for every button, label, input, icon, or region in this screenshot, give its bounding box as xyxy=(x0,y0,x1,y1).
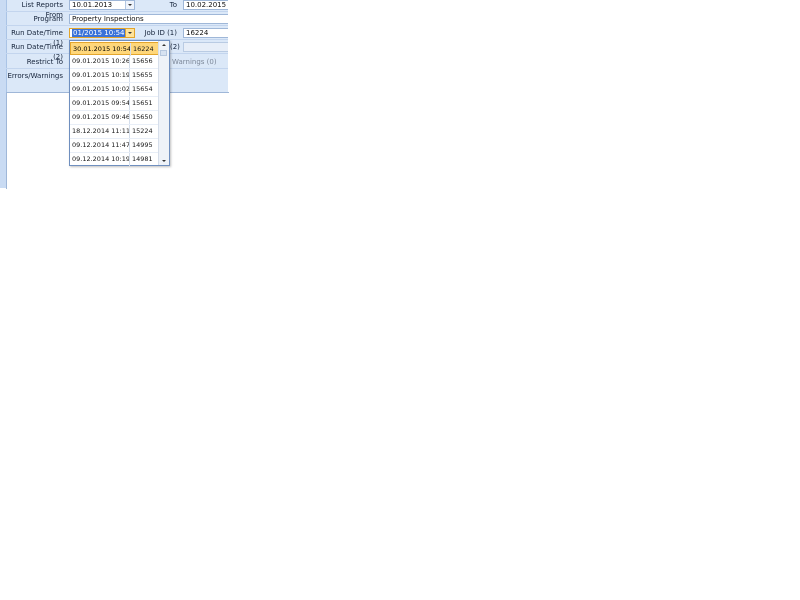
dropdown-item-date: 09.01.2015 10:26 xyxy=(72,57,131,65)
column-divider xyxy=(129,139,130,152)
column-divider xyxy=(129,83,130,96)
dropdown-item-job-id: 14995 xyxy=(132,141,153,149)
dropdown-item[interactable]: 09.01.2015 10:19 15655 xyxy=(70,69,160,82)
job-id-1-value: 16224 xyxy=(186,29,209,37)
dropdown-item[interactable]: 09.01.2015 09:54 15651 xyxy=(70,97,160,110)
column-divider xyxy=(129,69,130,82)
dropdown-item-date: 09.12.2014 10:19 xyxy=(72,155,131,163)
row-separator xyxy=(6,11,228,12)
warnings-filter-partial[interactable]: Warnings (0) xyxy=(172,57,222,67)
dropdown-item-date: 09.01.2015 10:02 xyxy=(72,85,131,93)
program-label: Program xyxy=(33,15,63,23)
dropdown-scrollbar[interactable] xyxy=(158,41,169,165)
dropdown-item[interactable]: 09.01.2015 10:26 15656 xyxy=(70,55,160,68)
dropdown-item-job-id: 15655 xyxy=(132,71,153,79)
program-value: Property Inspections xyxy=(72,15,144,23)
errors-warnings-label: Errors/Warnings xyxy=(7,72,64,80)
dropdown-item-job-id: 15656 xyxy=(132,57,153,65)
list-reports-from-field[interactable]: 10.01.2013 xyxy=(69,0,135,10)
row-separator xyxy=(6,25,228,26)
column-divider xyxy=(129,111,130,124)
column-divider xyxy=(129,97,130,110)
dropdown-item-date: 09.01.2015 10:19 xyxy=(72,71,131,79)
column-divider xyxy=(129,125,130,138)
to-date-value: 10.02.2015 xyxy=(186,1,227,9)
scroll-up-arrow-icon[interactable] xyxy=(162,44,166,46)
dropdown-item-job-id: 14981 xyxy=(132,155,153,163)
dropdown-item-job-id: 15651 xyxy=(132,99,153,107)
list-reports-from-value: 10.01.2013 xyxy=(72,1,113,9)
run-date-time-1-dropdown-button[interactable] xyxy=(125,29,134,37)
dropdown-item-job-id: 15650 xyxy=(132,113,153,121)
dropdown-item-date: 09.01.2015 09:54 xyxy=(72,99,131,107)
program-field[interactable]: Property Inspections xyxy=(69,14,228,24)
run-date-time-1-combobox[interactable]: 01/2015 10:54:00 xyxy=(69,28,135,38)
job-id-2-label-partial: (2) xyxy=(170,43,180,51)
dropdown-item[interactable]: 18.12.2014 11:11 15224 xyxy=(70,125,160,138)
to-label: To xyxy=(169,1,177,9)
job-id-1-field[interactable]: 16224 xyxy=(183,28,228,38)
list-reports-from-dropdown-button[interactable] xyxy=(125,1,134,9)
to-date-field[interactable]: 10.02.2015 xyxy=(183,0,228,10)
dropdown-item[interactable]: 09.01.2015 09:46 15650 xyxy=(70,111,160,124)
dropdown-item-date: 18.12.2014 11:11 xyxy=(72,127,131,135)
dropdown-item[interactable]: 09.01.2015 10:02 15654 xyxy=(70,83,160,96)
dropdown-item[interactable]: 30.01.2015 10:54 16224 xyxy=(70,42,160,56)
run-date-time-dropdown-list[interactable]: 30.01.2015 10:54 16224 09.01.2015 10:26 … xyxy=(69,40,170,166)
dropdown-item[interactable]: 09.12.2014 11:47 14995 xyxy=(70,139,160,152)
column-divider xyxy=(129,153,130,166)
scroll-down-arrow-icon[interactable] xyxy=(162,160,166,162)
dropdown-item-job-id: 15224 xyxy=(132,127,153,135)
column-divider xyxy=(129,55,130,68)
scrollbar-thumb[interactable] xyxy=(160,50,167,56)
dropdown-item-date: 09.12.2014 11:47 xyxy=(72,141,131,149)
dropdown-item-date: 09.01.2015 09:46 xyxy=(72,113,131,121)
dropdown-item-job-id: 15654 xyxy=(132,85,153,93)
dropdown-item[interactable]: 09.12.2014 10:19 14981 xyxy=(70,153,160,166)
restrict-to-label: Restrict To xyxy=(26,58,63,66)
job-id-2-field[interactable] xyxy=(183,42,228,52)
job-id-1-label: Job ID (1) xyxy=(144,29,177,37)
